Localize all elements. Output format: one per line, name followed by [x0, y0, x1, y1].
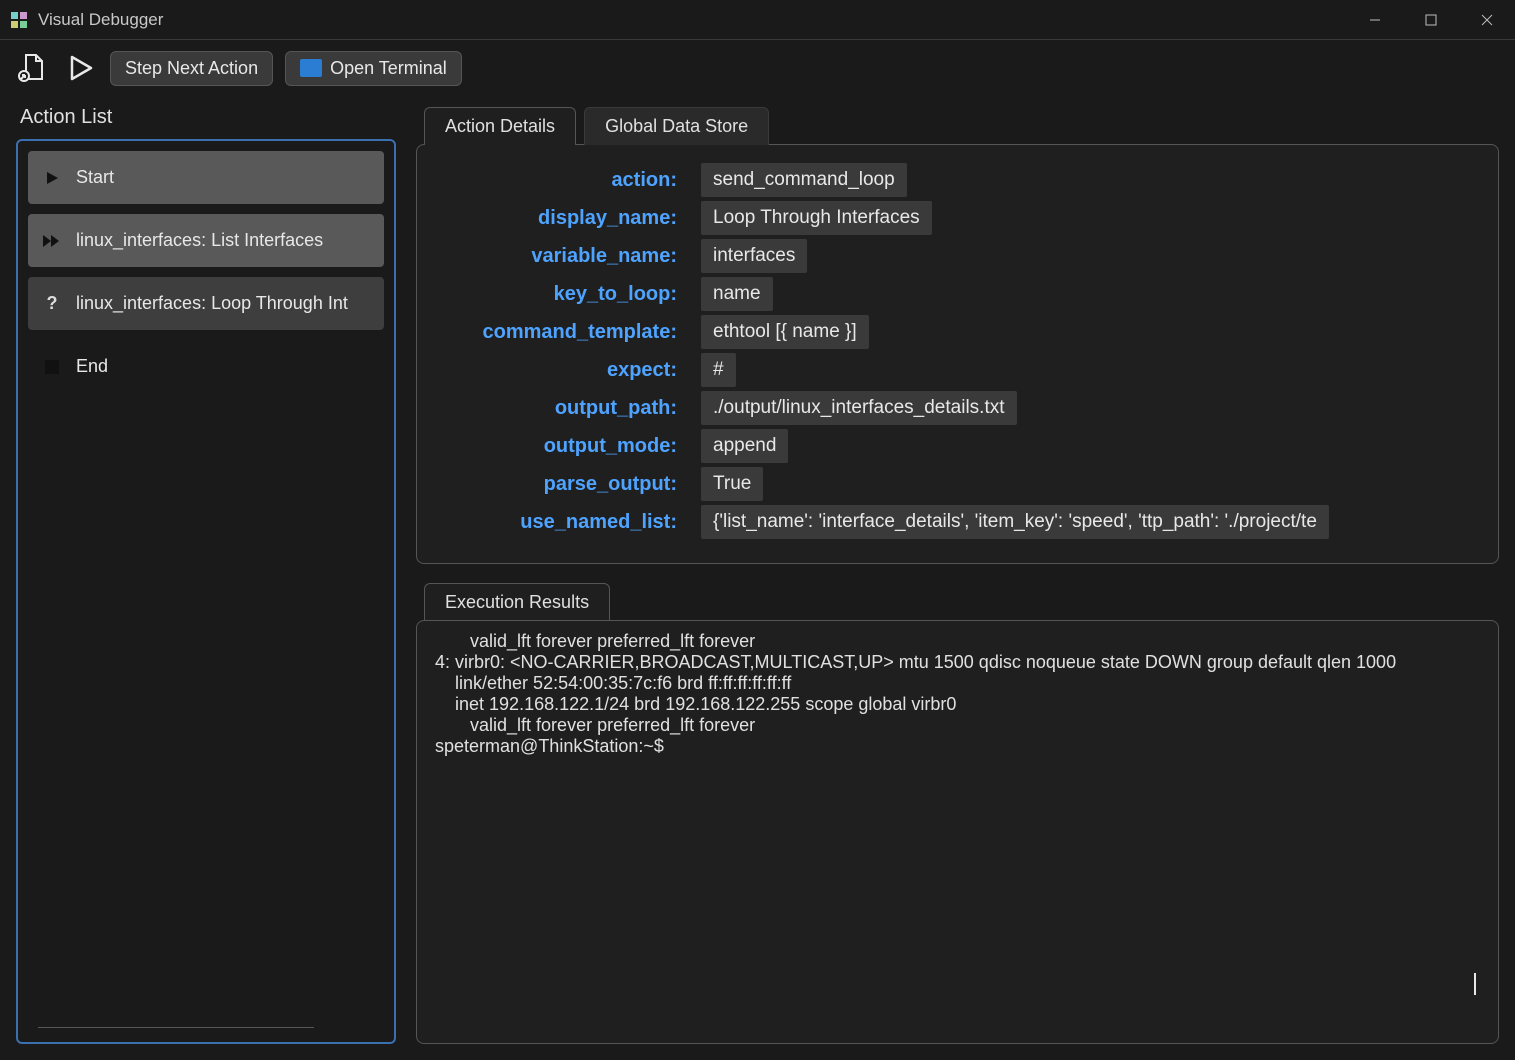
- detail-key: expect:: [437, 359, 677, 382]
- detail-key: display_name:: [437, 207, 677, 230]
- action-list[interactable]: Start linux_interfaces: List Interfaces? l…: [16, 139, 396, 1044]
- text-cursor: [1474, 973, 1476, 995]
- action-item[interactable]: ? linux_interfaces: Loop Through Int: [28, 277, 384, 330]
- detail-key: action:: [437, 169, 677, 192]
- stop-icon: [42, 357, 62, 377]
- toolbar: Step Next Action Open Terminal: [0, 40, 1515, 96]
- execution-block: Execution Results valid_lft forever pref…: [416, 582, 1499, 1044]
- detail-key: variable_name:: [437, 245, 677, 268]
- action-list-panel: Action List Start linux_interfaces: List …: [16, 106, 396, 1044]
- step-next-action-button[interactable]: Step Next Action: [110, 51, 273, 86]
- detail-value: name: [701, 277, 773, 311]
- detail-value: {'list_name': 'interface_details', 'item…: [701, 505, 1329, 539]
- detail-key: key_to_loop:: [437, 283, 677, 306]
- ff-icon: [42, 231, 62, 251]
- close-button[interactable]: [1459, 0, 1515, 40]
- detail-row: expect: #: [437, 353, 1478, 387]
- terminal-icon: [300, 59, 322, 77]
- detail-row: key_to_loop: name: [437, 277, 1478, 311]
- action-item[interactable]: linux_interfaces: List Interfaces: [28, 214, 384, 267]
- open-terminal-button[interactable]: Open Terminal: [285, 51, 462, 86]
- open-file-button[interactable]: [14, 50, 50, 86]
- detail-value: #: [701, 353, 736, 387]
- detail-value: interfaces: [701, 239, 807, 273]
- detail-row: display_name: Loop Through Interfaces: [437, 201, 1478, 235]
- play-icon: [42, 168, 62, 188]
- detail-row: output_mode: append: [437, 429, 1478, 463]
- action-item[interactable]: End: [28, 340, 384, 393]
- detail-value: ./output/linux_interfaces_details.txt: [701, 391, 1017, 425]
- window-controls: [1347, 0, 1515, 40]
- detail-key: output_path:: [437, 397, 677, 420]
- detail-row: command_template: ethtool [{ name }]: [437, 315, 1478, 349]
- qmark-icon: ?: [42, 294, 62, 314]
- action-item-label: End: [76, 356, 108, 377]
- maximize-button[interactable]: [1403, 0, 1459, 40]
- step-next-action-label: Step Next Action: [125, 58, 258, 79]
- detail-value: Loop Through Interfaces: [701, 201, 932, 235]
- action-item-label: Start: [76, 167, 114, 188]
- details-block: Action Details Global Data Store action:…: [416, 106, 1499, 564]
- tab-execution-results[interactable]: Execution Results: [424, 583, 610, 621]
- detail-value: send_command_loop: [701, 163, 907, 197]
- detail-key: output_mode:: [437, 435, 677, 458]
- action-item-label: linux_interfaces: List Interfaces: [76, 230, 323, 251]
- tab-global-data-store[interactable]: Global Data Store: [584, 107, 769, 145]
- titlebar: Visual Debugger: [0, 0, 1515, 40]
- open-terminal-label: Open Terminal: [330, 58, 447, 79]
- action-item-label: linux_interfaces: Loop Through Int: [76, 293, 348, 314]
- execution-results-pane[interactable]: valid_lft forever preferred_lft forever …: [416, 620, 1499, 1044]
- detail-row: action: send_command_loop: [437, 163, 1478, 197]
- detail-row: variable_name: interfaces: [437, 239, 1478, 273]
- detail-row: output_path: ./output/linux_interfaces_de…: [437, 391, 1478, 425]
- detail-key: parse_output:: [437, 473, 677, 496]
- action-details-pane: action: send_command_loop display_name: Loo…: [416, 144, 1499, 564]
- minimize-button[interactable]: [1347, 0, 1403, 40]
- detail-row: parse_output: True: [437, 467, 1478, 501]
- run-button[interactable]: [62, 50, 98, 86]
- detail-value: ethtool [{ name }]: [701, 315, 869, 349]
- detail-key: use_named_list:: [437, 511, 677, 534]
- window-title: Visual Debugger: [38, 10, 163, 30]
- app-icon: [10, 11, 28, 29]
- detail-value: append: [701, 429, 788, 463]
- action-item[interactable]: Start: [28, 151, 384, 204]
- execution-output-text: valid_lft forever preferred_lft forever …: [435, 631, 1396, 756]
- detail-value: True: [701, 467, 763, 501]
- detail-key: command_template:: [437, 321, 677, 344]
- action-list-title: Action List: [16, 106, 396, 129]
- detail-row: use_named_list: {'list_name': 'interface_…: [437, 505, 1478, 539]
- tab-action-details[interactable]: Action Details: [424, 107, 576, 145]
